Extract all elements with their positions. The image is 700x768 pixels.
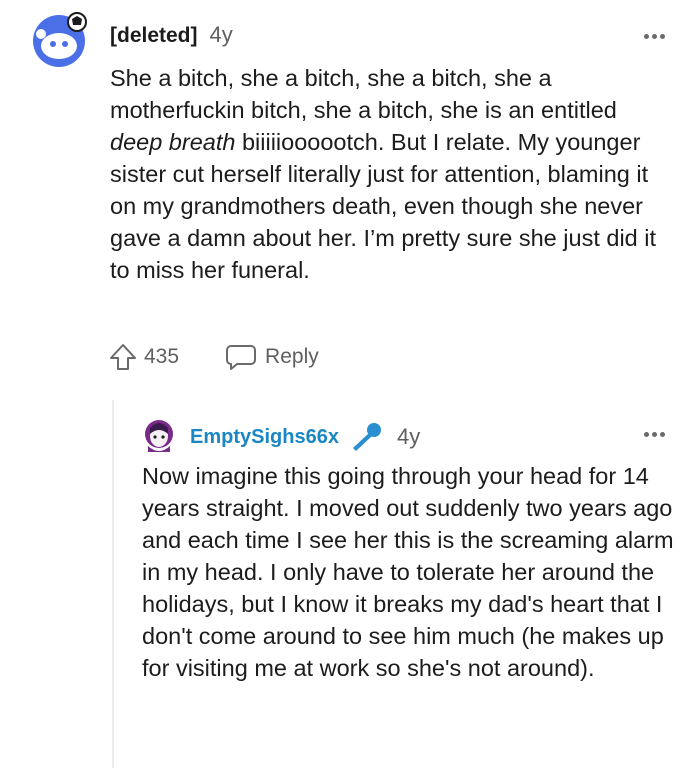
reply-label: Reply — [265, 345, 319, 368]
reply-button[interactable]: Reply — [225, 343, 319, 371]
upvote-count: 435 — [144, 345, 180, 368]
comment-actions: 435 Reply — [108, 342, 319, 372]
reply-more-options-icon[interactable] — [642, 420, 666, 440]
comment-meta: [deleted] 4y — [110, 22, 233, 48]
reply-age: 4y — [396, 424, 421, 449]
thread-line[interactable] — [112, 400, 114, 768]
comment-text-italic: deep breath — [110, 129, 236, 155]
reply-body: Now imagine this going through your head… — [142, 460, 674, 684]
speech-bubble-icon — [226, 345, 257, 370]
upvote-arrow-icon — [110, 344, 136, 370]
microphone-icon — [352, 423, 381, 451]
comment-text-part: She a bitch, she a bitch, she a bitch, s… — [110, 65, 617, 123]
comment-author[interactable]: [deleted] — [110, 24, 198, 48]
more-options-icon[interactable] — [642, 22, 666, 42]
reply-author[interactable]: EmptySighs66x — [190, 426, 339, 449]
snoo-avatar[interactable] — [30, 10, 88, 68]
reply-meta: EmptySighs66x 4y — [190, 422, 420, 452]
reply-text: Now imagine this going through your head… — [142, 463, 674, 681]
comment-body: She a bitch, she a bitch, she a bitch, s… — [110, 62, 670, 286]
comment-age: 4y — [209, 22, 233, 47]
upvote-button[interactable]: 435 — [108, 342, 179, 372]
user-avatar[interactable] — [142, 416, 176, 454]
